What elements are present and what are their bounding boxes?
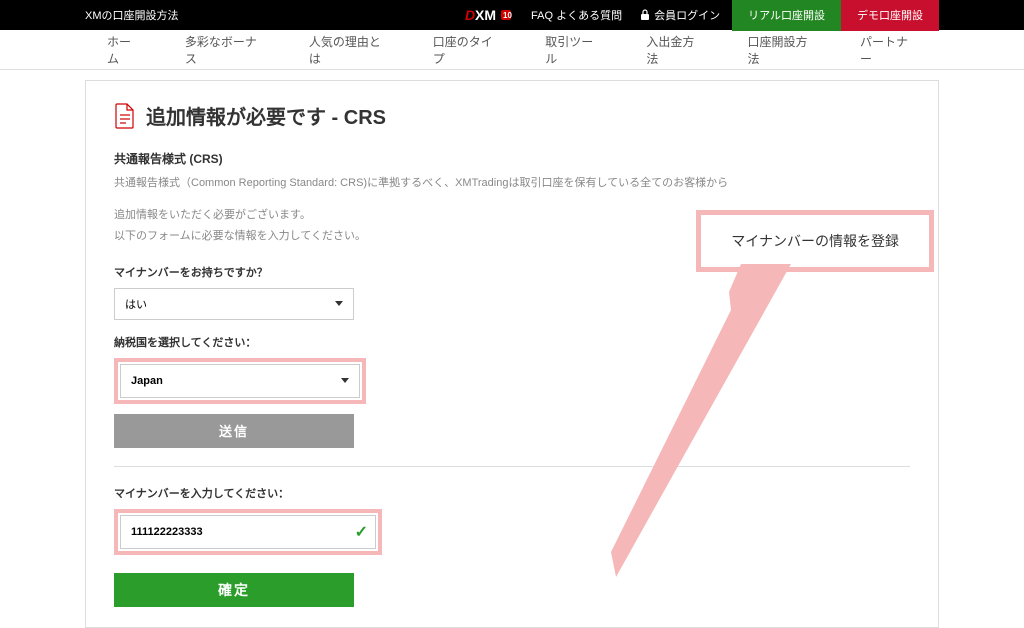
page-title: 追加情報が必要です - CRS: [146, 101, 386, 130]
topbar: XMの口座開設方法 D XM 10 FAQ よくある質問 会員ログイン リアル口…: [0, 0, 1024, 30]
xm-logo: D XM 10: [465, 7, 513, 23]
chevron-down-icon: [335, 301, 343, 306]
nav-account-types[interactable]: 口座のタイプ: [411, 33, 524, 67]
open-real-account-button[interactable]: リアル口座開設: [732, 0, 841, 31]
chevron-down-icon: [341, 378, 349, 383]
document-icon: [114, 103, 136, 129]
open-demo-account-button[interactable]: デモ口座開設: [841, 0, 939, 31]
mynumber-question-value: はい: [125, 296, 147, 312]
tax-country-value: Japan: [131, 375, 163, 387]
svg-text:XM: XM: [475, 7, 496, 23]
mynumber-question-select[interactable]: はい: [114, 288, 354, 320]
mynumber-input-highlight: ✓: [114, 509, 382, 555]
nav-popularity[interactable]: 人気の理由とは: [287, 33, 411, 67]
nav-trading-tools[interactable]: 取引ツール: [523, 33, 624, 67]
callout: マイナンバーの情報を登録: [696, 210, 934, 272]
nav-partner[interactable]: パートナー: [838, 33, 939, 67]
callout-arrow-icon: [611, 262, 851, 582]
svg-text:D: D: [465, 7, 475, 23]
section-desc-1: 共通報告様式（Common Reporting Standard: CRS)に準…: [114, 175, 910, 193]
nav-deposit-withdraw[interactable]: 入出金方法: [624, 33, 725, 67]
tax-country-select[interactable]: Japan: [120, 364, 360, 398]
lock-icon: [640, 9, 650, 21]
nav-home[interactable]: ホーム: [85, 33, 163, 67]
login-link[interactable]: 会員ログイン: [640, 7, 720, 23]
navbar: ホーム 多彩なボーナス 人気の理由とは 口座のタイプ 取引ツール 入出金方法 口…: [0, 30, 1024, 70]
tax-country-highlight: Japan: [114, 358, 366, 404]
nav-bonus[interactable]: 多彩なボーナス: [163, 33, 287, 67]
check-icon: ✓: [355, 522, 368, 542]
mynumber-input[interactable]: [120, 515, 376, 549]
nav-open-account[interactable]: 口座開設方法: [725, 33, 838, 67]
topbar-title: XMの口座開設方法: [85, 7, 465, 23]
section-title: 共通報告様式 (CRS): [114, 150, 910, 167]
confirm-button[interactable]: 確定: [114, 573, 354, 607]
login-label: 会員ログイン: [654, 7, 720, 23]
submit-button[interactable]: 送信: [114, 414, 354, 448]
faq-link[interactable]: FAQ よくある質問: [531, 7, 622, 23]
svg-text:10: 10: [503, 11, 512, 20]
callout-text: マイナンバーの情報を登録: [731, 233, 899, 249]
